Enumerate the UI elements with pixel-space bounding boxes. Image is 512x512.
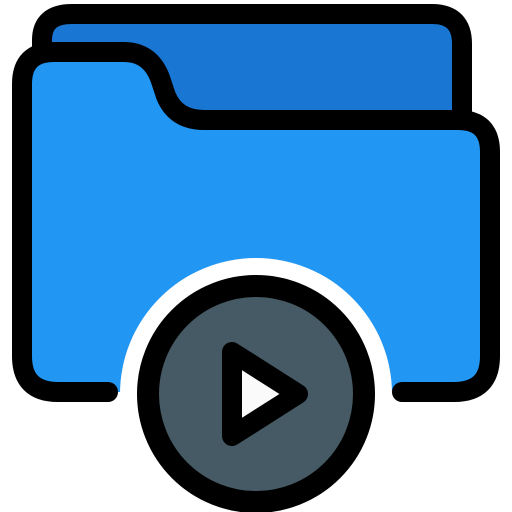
icon-canvas (0, 0, 512, 512)
video-folder-icon (12, 4, 500, 512)
